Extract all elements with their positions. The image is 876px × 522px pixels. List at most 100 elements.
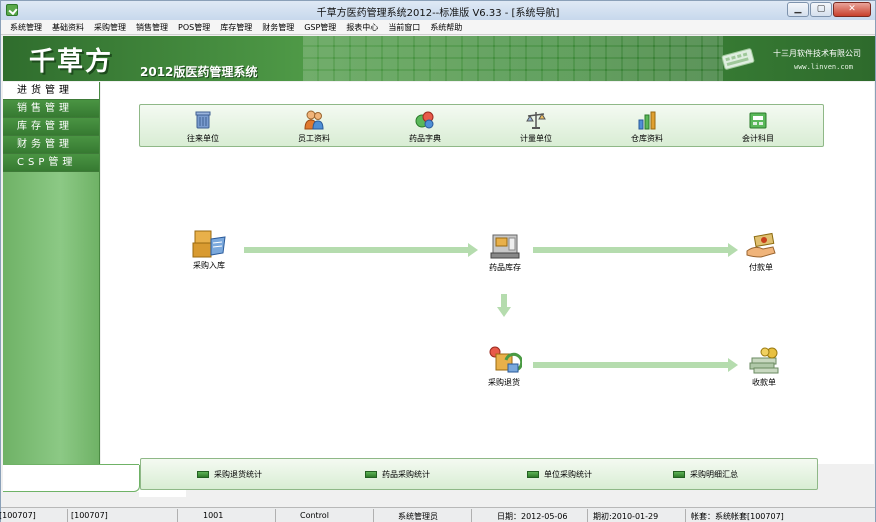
flow-stock-label: 药品库存 [489,263,521,272]
menu-gsp[interactable]: GSP管理 [299,22,341,33]
nav-item-finance[interactable]: 财务管理 [3,136,99,154]
arrow-down-icon [497,294,511,317]
maximize-button[interactable]: ▢ [810,2,832,17]
report-unit-purchase-stats[interactable]: 单位采购统计 [527,469,592,480]
flow-purchase-return-label: 采购退货 [488,378,520,387]
tool-drug-dictionary[interactable]: 药品字典 [390,109,460,144]
tool-staff-label: 员工资料 [298,134,330,143]
warehouse-icon [638,111,656,130]
header-banner: 千草方 2012版医药管理系统 十三月软件技术有限公司 www.linven.c… [3,36,875,81]
report-purchase-detail-summary-label: 采购明细汇总 [690,470,738,479]
tool-staff[interactable]: 员工资料 [279,109,349,144]
menu-finance[interactable]: 财务管理 [257,22,299,33]
return-box-icon [489,346,522,373]
company-website: www.linven.com [793,63,853,71]
minimize-button[interactable]: ▁ [787,2,809,17]
status-bar: [100707] [100707] 1001 Control 系统管理员 日期：… [0,507,875,522]
flow-purchase-in-label: 采购入库 [193,261,225,270]
status-date: 日期：2012-05-06 [497,512,568,521]
status-period-start: 期初:2010-01-29 [593,512,659,521]
report-drug-purchase-stats-label: 药品采购统计 [382,470,430,479]
menu-sales[interactable]: 销售管理 [131,22,173,33]
menu-reports[interactable]: 报表中心 [341,22,383,33]
flow-payment[interactable]: 付款单 [731,229,791,273]
report-icon [365,471,377,478]
status-account: 帐套：系统帐套[100707] [691,512,784,521]
bottom-left-panel [3,464,140,492]
brand-subtitle: 2012版医药管理系统 [140,65,258,79]
report-icon [527,471,539,478]
menu-help[interactable]: 系统帮助 [425,22,467,33]
menu-window[interactable]: 当前窗口 [383,22,425,33]
title-bar[interactable]: 千草方医药管理系统2012--标准版 V6.33 - [系统导航] ▁ ▢ ✕ [1,1,875,20]
status-separator [471,509,472,522]
tool-drug-dictionary-label: 药品字典 [409,134,441,143]
nav-item-csp[interactable]: CSP管理 [3,154,99,172]
tool-units-label: 计量单位 [520,134,552,143]
cash-hand-icon [746,232,776,258]
nav-item-purchase[interactable]: 进货管理 [3,82,99,100]
tool-contacts[interactable]: 往来单位 [168,109,238,144]
tool-units[interactable]: 计量单位 [501,109,571,144]
report-icon [673,471,685,478]
report-unit-purchase-stats-label: 单位采购统计 [544,470,592,479]
status-separator [685,509,686,522]
bottom-gap [139,490,186,497]
arrow-right-icon [533,358,738,372]
flow-purchase-return[interactable]: 采购退货 [474,344,534,388]
flow-payment-label: 付款单 [749,263,773,272]
status-separator [275,509,276,522]
report-return-stats[interactable]: 采购退货统计 [197,469,262,480]
status-separator [373,509,374,522]
nav-item-sales[interactable]: 销售管理 [3,100,99,118]
menu-basic-data[interactable]: 基础资料 [47,22,89,33]
flow-receipt[interactable]: 收款单 [734,344,794,388]
report-icon [197,471,209,478]
window-title: 千草方医药管理系统2012--标准版 V6.33 - [系统导航] [316,8,560,19]
status-separator [177,509,178,522]
register-icon [490,234,520,259]
tool-warehouse-label: 仓库资料 [631,134,663,143]
status-separator [67,509,68,522]
menu-purchase[interactable]: 采购管理 [89,22,131,33]
scale-icon [526,112,546,129]
main-panel: 往来单位 员工资料 药品字典 计量单位 仓库资料 会计科目 采购入库 药品库存 … [101,82,874,464]
brand-logo: 千草方 [29,47,114,77]
menu-pos[interactable]: POS管理 [173,22,215,33]
status-role: 系统管理员 [398,512,438,521]
app-window: 千草方医药管理系统2012--标准版 V6.33 - [系统导航] ▁ ▢ ✕ … [0,0,876,522]
report-drug-purchase-stats[interactable]: 药品采购统计 [365,469,430,480]
menu-system[interactable]: 系统管理 [5,22,47,33]
people-icon [304,110,324,130]
left-nav: 进货管理 销售管理 库存管理 财务管理 CSP管理 [3,82,100,464]
report-purchase-detail-summary[interactable]: 采购明细汇总 [673,469,738,480]
status-code-2: [100707] [71,511,108,520]
money-stack-icon [749,347,779,374]
pills-icon [415,111,434,129]
trash-bin-icon [195,111,211,129]
banner-pattern [303,36,723,81]
tool-warehouse[interactable]: 仓库资料 [612,109,682,144]
status-control: Control [300,511,329,520]
quick-toolbar: 往来单位 员工资料 药品字典 计量单位 仓库资料 会计科目 [139,104,824,147]
flow-purchase-in[interactable]: 采购入库 [179,227,239,271]
status-separator [587,509,588,522]
arrow-right-icon [533,243,738,257]
tool-contacts-label: 往来单位 [187,134,219,143]
close-button[interactable]: ✕ [833,2,871,17]
ledger-icon [749,112,767,129]
flow-receipt-label: 收款单 [752,378,776,387]
report-bar: 采购退货统计 药品采购统计 单位采购统计 采购明细汇总 [140,458,818,490]
flow-stock[interactable]: 药品库存 [475,229,535,273]
company-name: 十三月软件技术有限公司 [773,49,861,58]
report-return-stats-label: 采购退货统计 [214,470,262,479]
keyboard-icon [721,48,755,70]
menu-bar: 系统管理 基础资料 采购管理 销售管理 POS管理 库存管理 财务管理 GSP管… [1,20,875,35]
arrow-right-icon [244,243,478,257]
status-code-1: [100707] [0,511,36,520]
menu-inventory[interactable]: 库存管理 [215,22,257,33]
nav-item-inventory[interactable]: 库存管理 [3,118,99,136]
tool-accounts-label: 会计科目 [742,134,774,143]
status-user-id: 1001 [203,511,224,520]
tool-accounts[interactable]: 会计科目 [723,109,793,144]
